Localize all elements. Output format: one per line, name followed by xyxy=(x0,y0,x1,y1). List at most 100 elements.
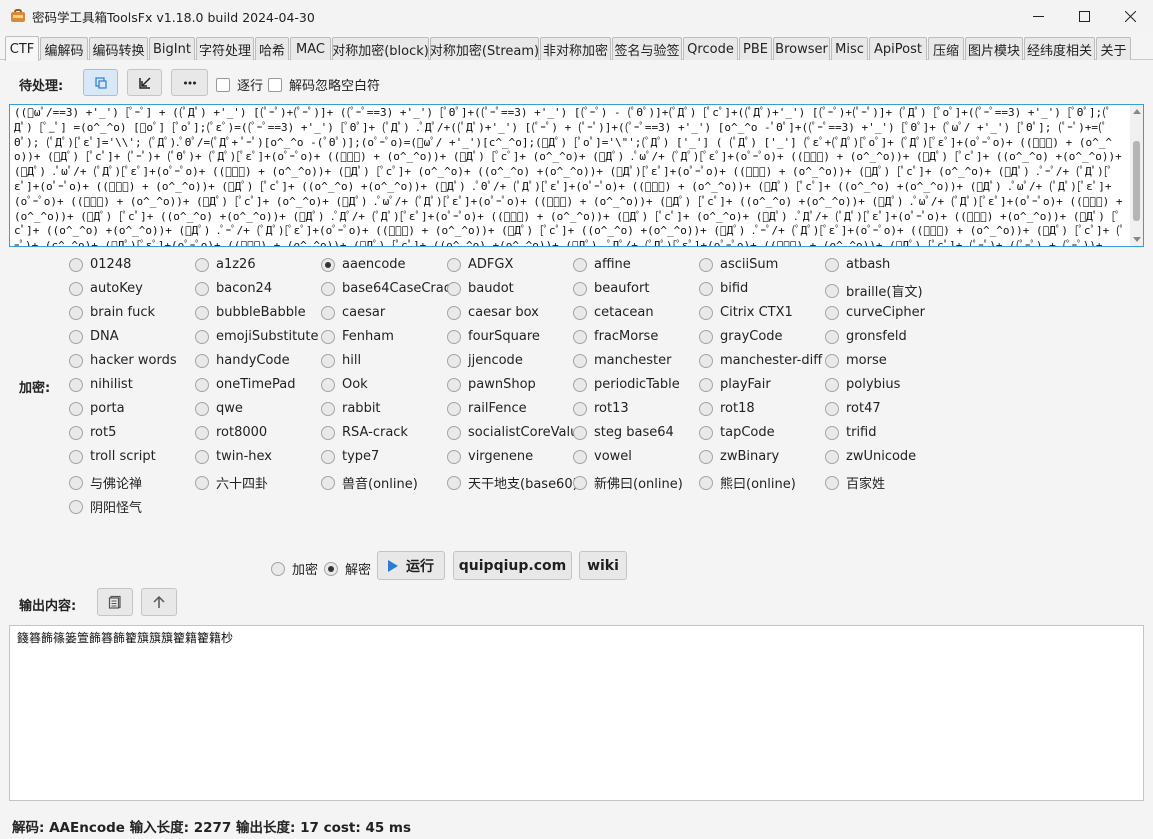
algorithm-radio-44[interactable]: rabbit xyxy=(321,401,381,416)
algorithm-radio-11[interactable]: beaufort xyxy=(573,281,649,296)
algorithm-radio-57[interactable]: twin-hex xyxy=(195,449,272,464)
scroll-thumb[interactable] xyxy=(1133,141,1140,221)
algorithm-radio-32[interactable]: manchester xyxy=(573,353,671,368)
scroll-down-icon[interactable] xyxy=(1133,237,1141,242)
output-textarea[interactable]: 籛簭籂篠篓箮籂簭籂籊簱簱簱籊籍籊籍杪 xyxy=(9,625,1144,801)
algorithm-radio-14[interactable]: brain fuck xyxy=(69,305,155,320)
algorithm-radio-34[interactable]: morse xyxy=(825,353,887,368)
algorithm-radio-3[interactable]: ADFGX xyxy=(447,257,513,272)
algorithm-radio-66[interactable]: 天干地支(base60) xyxy=(447,473,578,492)
run-button[interactable]: 运行 xyxy=(377,551,445,580)
tab-qrcode[interactable]: Qrcode xyxy=(683,37,738,60)
algorithm-radio-52[interactable]: socialistCoreValue xyxy=(447,425,586,440)
algorithm-radio-24[interactable]: fourSquare xyxy=(447,329,540,344)
decrypt-mode-radio[interactable]: 解密 xyxy=(324,559,371,578)
algorithm-radio-29[interactable]: handyCode xyxy=(195,353,290,368)
algorithm-radio-33[interactable]: manchester-diff xyxy=(699,353,822,368)
input-textarea[interactable]: ((ﾟωﾟ/==3) +'_') [ﾟｰﾟ] + ((ﾟДﾟ) +'_') [(… xyxy=(9,104,1144,247)
algorithm-radio-28[interactable]: hacker words xyxy=(69,353,177,368)
quipqiup-button[interactable]: quipqiup.com xyxy=(453,551,572,580)
copy-output-button[interactable] xyxy=(97,588,133,616)
tab-image-module[interactable]: 图片模块 xyxy=(965,37,1023,60)
tab-about[interactable]: 关于 xyxy=(1096,37,1131,60)
tab-latlng[interactable]: 经纬度相关 xyxy=(1024,37,1095,60)
algorithm-radio-39[interactable]: periodicTable xyxy=(573,377,680,392)
tab-string-process[interactable]: 字符处理 xyxy=(196,37,254,60)
algorithm-radio-9[interactable]: base64CaseCrack xyxy=(321,281,458,296)
tab-codec[interactable]: 编解码 xyxy=(40,37,88,60)
tab-pbe[interactable]: PBE xyxy=(739,37,772,60)
algorithm-radio-5[interactable]: asciiSum xyxy=(699,257,778,272)
algorithm-radio-16[interactable]: caesar xyxy=(321,305,385,320)
tab-misc[interactable]: Misc xyxy=(831,37,868,60)
import-button[interactable] xyxy=(127,69,162,96)
algorithm-radio-19[interactable]: Citrix CTX1 xyxy=(699,305,793,320)
algorithm-radio-42[interactable]: porta xyxy=(69,401,125,416)
algorithm-radio-64[interactable]: 六十四卦 xyxy=(195,473,268,492)
tab-browser[interactable]: Browser xyxy=(773,37,830,60)
input-scrollbar[interactable] xyxy=(1130,105,1143,246)
minimize-button[interactable] xyxy=(1015,0,1061,32)
algorithm-radio-6[interactable]: atbash xyxy=(825,257,890,272)
tab-hash[interactable]: 哈希 xyxy=(255,37,289,60)
algorithm-radio-65[interactable]: 兽音(online) xyxy=(321,473,418,492)
output-to-input-button[interactable] xyxy=(141,588,177,616)
algorithm-radio-25[interactable]: fracMorse xyxy=(573,329,658,344)
tab-symmetric-block[interactable]: 对称加密(block) xyxy=(332,37,429,60)
algorithm-radio-2[interactable]: aaencode xyxy=(321,257,406,272)
algorithm-radio-51[interactable]: RSA-crack xyxy=(321,425,408,440)
algorithm-radio-47[interactable]: rot18 xyxy=(699,401,755,416)
tab-sign-verify[interactable]: 签名与验签 xyxy=(612,37,682,60)
wiki-button[interactable]: wiki xyxy=(579,551,627,580)
scroll-up-icon[interactable] xyxy=(1133,109,1141,114)
algorithm-radio-21[interactable]: DNA xyxy=(69,329,119,344)
algorithm-radio-27[interactable]: gronsfeld xyxy=(825,329,907,344)
algorithm-radio-48[interactable]: rot47 xyxy=(825,401,881,416)
tab-compress[interactable]: 压缩 xyxy=(928,37,964,60)
algorithm-radio-13[interactable]: braille(盲文) xyxy=(825,281,923,300)
algorithm-radio-10[interactable]: baudot xyxy=(447,281,514,296)
ignore-whitespace-checkbox[interactable]: 解码忽略空白符 xyxy=(268,75,380,94)
algorithm-radio-38[interactable]: pawnShop xyxy=(447,377,536,392)
algorithm-radio-67[interactable]: 新佛曰(online) xyxy=(573,473,683,492)
tab-encoding-convert[interactable]: 编码转换 xyxy=(89,37,148,60)
tab-symmetric-stream[interactable]: 对称加密(Stream) xyxy=(430,37,539,60)
algorithm-radio-59[interactable]: virgenene xyxy=(447,449,533,464)
algorithm-radio-20[interactable]: curveCipher xyxy=(825,305,925,320)
line-by-line-checkbox[interactable]: 逐行 xyxy=(216,75,263,94)
algorithm-radio-41[interactable]: polybius xyxy=(825,377,900,392)
algorithm-radio-22[interactable]: emojiSubstitute xyxy=(195,329,319,344)
algorithm-radio-62[interactable]: zwUnicode xyxy=(825,449,916,464)
more-button[interactable] xyxy=(171,69,208,96)
algorithm-radio-49[interactable]: rot5 xyxy=(69,425,116,440)
algorithm-radio-0[interactable]: 01248 xyxy=(69,257,131,272)
algorithm-radio-4[interactable]: affine xyxy=(573,257,631,272)
algorithm-radio-58[interactable]: type7 xyxy=(321,449,379,464)
algorithm-radio-45[interactable]: railFence xyxy=(447,401,527,416)
tab-apipost[interactable]: ApiPost xyxy=(869,37,927,60)
algorithm-radio-37[interactable]: Ook xyxy=(321,377,368,392)
algorithm-radio-1[interactable]: a1z26 xyxy=(195,257,256,272)
copy-input-button[interactable] xyxy=(83,69,118,96)
encrypt-mode-radio[interactable]: 加密 xyxy=(271,559,318,578)
algorithm-radio-26[interactable]: grayCode xyxy=(699,329,783,344)
algorithm-radio-30[interactable]: hill xyxy=(321,353,361,368)
tab-ctf[interactable]: CTF xyxy=(5,36,39,61)
algorithm-radio-18[interactable]: cetacean xyxy=(573,305,654,320)
tab-bigint[interactable]: BigInt xyxy=(149,37,195,60)
algorithm-radio-35[interactable]: nihilist xyxy=(69,377,133,392)
algorithm-radio-54[interactable]: tapCode xyxy=(699,425,775,440)
algorithm-radio-63[interactable]: 与佛论禅 xyxy=(69,473,142,492)
algorithm-radio-12[interactable]: bifid xyxy=(699,281,748,296)
algorithm-radio-15[interactable]: bubbleBabble xyxy=(195,305,306,320)
algorithm-radio-23[interactable]: Fenham xyxy=(321,329,394,344)
algorithm-radio-70[interactable]: 阴阳怪气 xyxy=(69,497,142,516)
tab-asymmetric[interactable]: 非对称加密 xyxy=(540,37,611,60)
output-text[interactable]: 籛簭籂篠篓箮籂簭籂籊簱簱簱籊籍籊籍杪 xyxy=(10,626,1143,649)
algorithm-radio-7[interactable]: autoKey xyxy=(69,281,143,296)
algorithm-radio-31[interactable]: jjencode xyxy=(447,353,523,368)
algorithm-radio-43[interactable]: qwe xyxy=(195,401,243,416)
algorithm-radio-69[interactable]: 百家姓 xyxy=(825,473,885,492)
algorithm-radio-46[interactable]: rot13 xyxy=(573,401,629,416)
algorithm-radio-8[interactable]: bacon24 xyxy=(195,281,272,296)
